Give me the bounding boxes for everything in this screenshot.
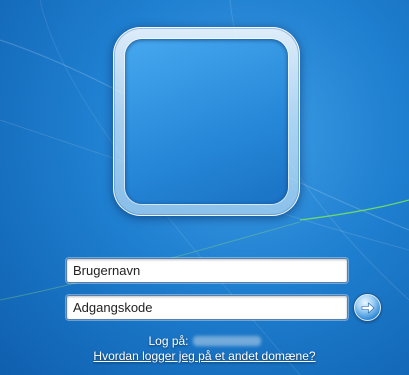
submit-button[interactable] [354,294,381,321]
arrow-right-icon [361,301,374,314]
user-avatar-frame [113,27,300,216]
logon-to-row: Log på: [0,334,409,348]
login-screen: { "login": { "username_placeholder": "Br… [0,0,409,375]
domain-name-redacted [192,336,261,346]
user-avatar-image [125,39,288,204]
password-field[interactable] [66,295,348,320]
domain-help-link[interactable]: Hvordan logger jeg på et andet domæne? [0,349,409,363]
username-field[interactable] [66,258,348,283]
logon-to-label: Log på: [148,334,189,348]
